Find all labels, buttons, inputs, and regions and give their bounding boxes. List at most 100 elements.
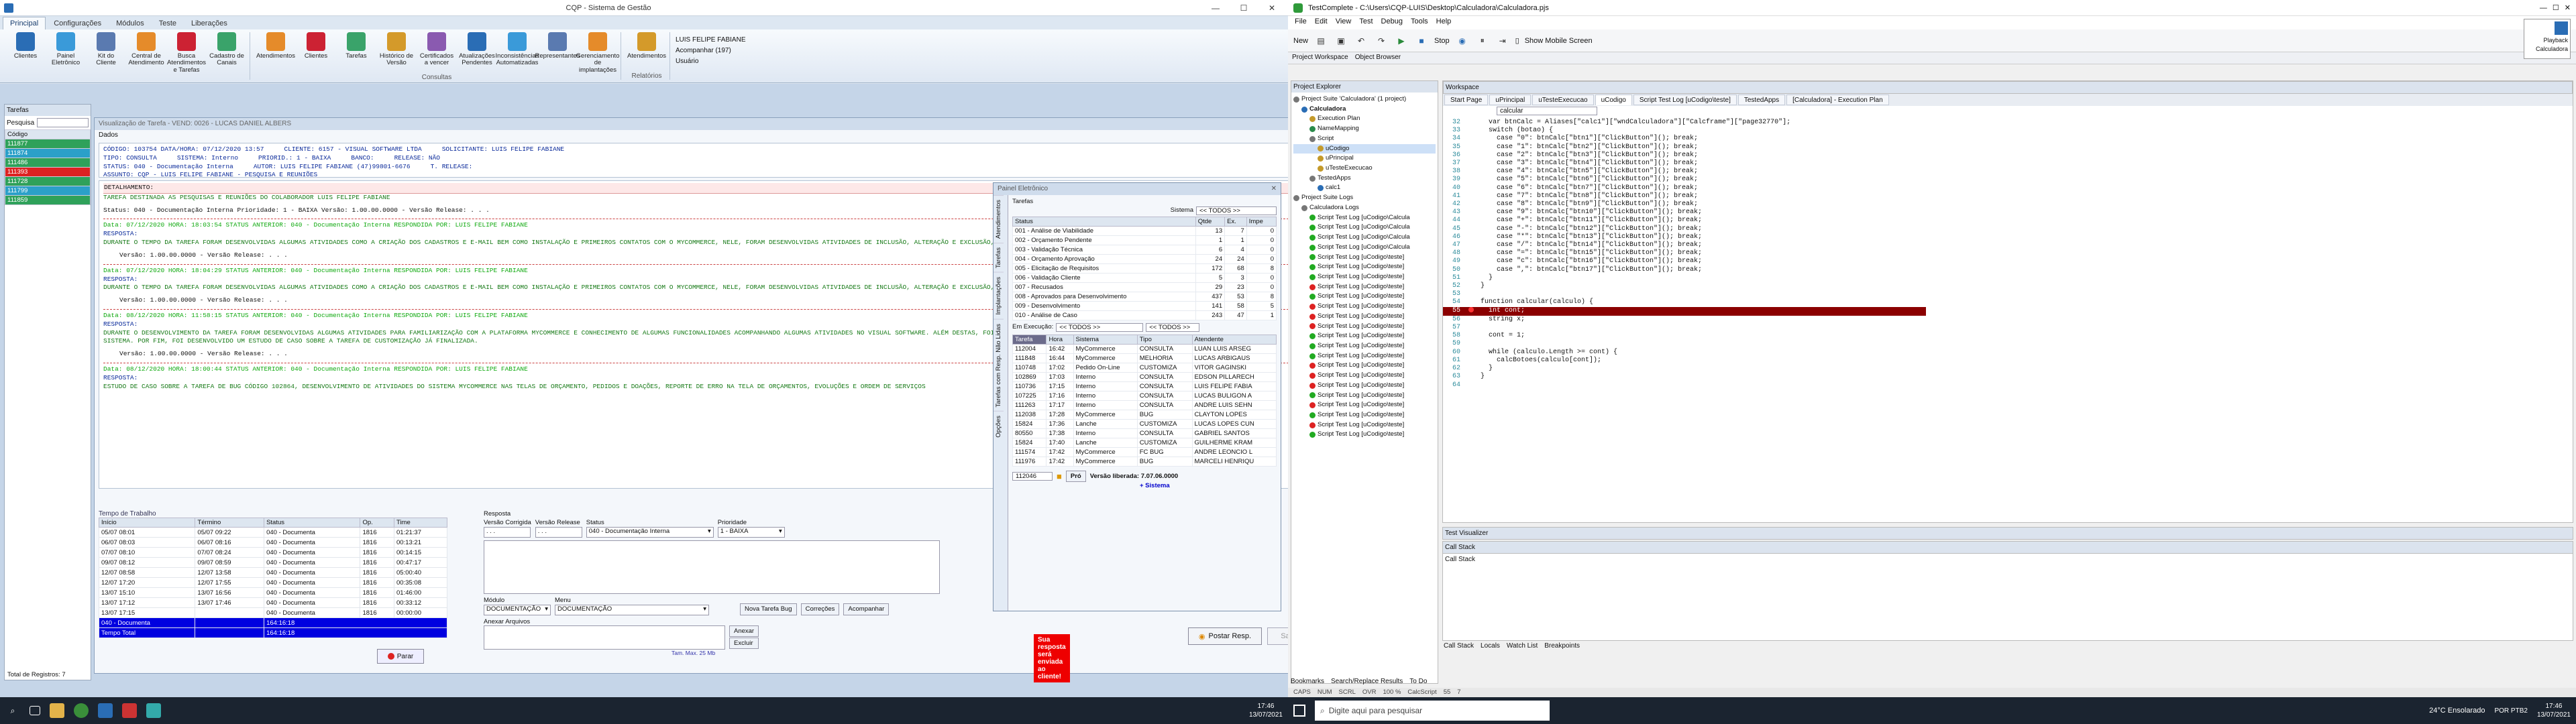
windows-start-icon[interactable] <box>1293 705 1305 717</box>
breakpoint-icon[interactable] <box>1468 306 1474 312</box>
execucao-col-header[interactable]: Hora <box>1046 335 1074 345</box>
undo-icon[interactable]: ↶ <box>1354 34 1368 48</box>
ribbon-button[interactable]: Histórico de Versão <box>378 32 415 74</box>
table-row[interactable]: 111486 <box>5 158 91 168</box>
mais-sistema-link[interactable]: + Sistema <box>1012 482 1277 489</box>
pro-button[interactable]: Pró <box>1065 471 1086 482</box>
gutter[interactable] <box>1463 257 1481 265</box>
execucao-row[interactable]: 15824 17:36 Lanche CUSTOMIZA LUCAS LOPES CUN <box>1012 419 1277 429</box>
tempo-col-header[interactable]: Início <box>98 518 196 528</box>
show-mobile-screen-label[interactable]: Show Mobile Screen <box>1525 37 1593 45</box>
debug-tab[interactable]: Call Stack <box>1444 642 1474 650</box>
tree-node[interactable]: Script Test Log [uCodigo\Calcula <box>1293 233 1436 243</box>
status-col-header[interactable]: Qtde <box>1195 217 1226 227</box>
execucao-row[interactable]: 110748 17:02 Pedido On-Line CUSTOMIZA VITOR … <box>1012 363 1277 373</box>
explorer-tab[interactable]: Object Browser <box>1355 54 1401 62</box>
gutter[interactable] <box>1463 152 1481 160</box>
execucao-row[interactable]: 107225 17:16 Interno CONSULTA LUCAS BULIGON … <box>1012 391 1277 401</box>
gutter[interactable] <box>1463 225 1481 233</box>
tree-node[interactable]: Calculadora <box>1293 105 1436 115</box>
table-row[interactable]: 111859 <box>5 195 91 205</box>
tree-node[interactable]: Script Test Log [uCodigo\teste] <box>1293 420 1436 430</box>
close-button[interactable]: ✕ <box>2565 3 2571 12</box>
table-row[interactable]: 111874 <box>5 148 91 158</box>
tree-node[interactable]: Script Test Log [uCodigo\teste] <box>1293 302 1436 312</box>
status-row[interactable]: 003 - Validação Técnica 6 4 0 <box>1012 245 1277 255</box>
maximize-button[interactable]: ☐ <box>1232 3 1256 13</box>
workspace-tab[interactable]: [Calculadora] - Execution Plan <box>1786 95 1889 105</box>
ribbon-button[interactable]: Clientes <box>297 32 335 74</box>
tree-node[interactable]: NameMapping <box>1293 124 1436 134</box>
tree-node[interactable]: Script Test Log [uCodigo\Calcula <box>1293 243 1436 253</box>
gutter[interactable] <box>1463 316 1481 324</box>
tree-node[interactable]: uCodigo <box>1293 143 1436 154</box>
gutter[interactable] <box>1463 143 1481 152</box>
ribbon-button[interactable]: Clientes <box>7 32 44 80</box>
search-input[interactable] <box>37 118 89 127</box>
gutter[interactable] <box>1463 282 1481 290</box>
ribbon-button[interactable]: Central de Atendimento <box>127 32 165 80</box>
weather-label[interactable]: 24°C Ensolarado <box>2429 707 2485 715</box>
sair-button[interactable]: Sair <box>1267 627 1288 645</box>
test-visualizer-header[interactable]: Test Visualizer <box>1442 527 2573 540</box>
menu-item[interactable]: Help <box>1436 17 1452 28</box>
status-row[interactable]: 009 - Desenvolvimento 141 58 5 <box>1012 301 1277 311</box>
menu-item[interactable]: View <box>1336 17 1352 28</box>
tree-node[interactable]: Script Test Log [uCodigo\teste] <box>1293 253 1436 263</box>
bottom-tab[interactable]: Search/Replace Results <box>1331 678 1403 685</box>
workspace-tab[interactable]: uPrincipal <box>1489 95 1532 105</box>
gutter[interactable] <box>1463 373 1481 381</box>
ribbon-tab[interactable]: Liberações <box>184 17 234 29</box>
minimize-button[interactable]: — <box>1203 3 1228 13</box>
workspace-tab[interactable]: uTesteExecucao <box>1532 95 1594 105</box>
modulo-select[interactable]: DOCUMENTAÇÃO ▾ <box>484 605 551 615</box>
menu-item[interactable]: Debug <box>1381 17 1403 28</box>
tree-node[interactable]: Script Test Log [uCodigo\teste] <box>1293 282 1436 292</box>
status-row[interactable]: 002 - Orçamento Pendente 1 1 0 <box>1012 235 1277 245</box>
gutter[interactable] <box>1463 217 1481 225</box>
gutter[interactable] <box>1463 192 1481 200</box>
tempo-row[interactable]: 12/07 17:20 12/07 17:55 040 - Documenta 181… <box>98 577 447 588</box>
tempo-selected-row[interactable]: 040 - Documenta 164:16:18 <box>98 617 447 628</box>
execucao-row[interactable]: 111976 17:42 MyCommerce BUG MARCELI HENRIQU <box>1012 457 1277 467</box>
menu-item[interactable]: File <box>1295 17 1307 28</box>
nova-tarefa-bug-button[interactable]: Nova Tarefa Bug <box>740 603 797 615</box>
workspace-tab[interactable]: uCodigo <box>1595 95 1632 105</box>
menu-select[interactable]: DOCUMENTAÇÃO ▾ <box>555 605 709 615</box>
ribbon-tab[interactable]: Principal <box>3 17 46 29</box>
app-icon-3[interactable] <box>146 703 161 718</box>
excluir-button[interactable]: Excluir <box>729 638 759 649</box>
gutter[interactable] <box>1463 200 1481 208</box>
status-col-header[interactable]: Status <box>1012 217 1196 227</box>
tree-node[interactable]: Script Test Log [uCodigo\teste] <box>1293 410 1436 420</box>
close-button[interactable]: ✕ <box>1260 3 1284 13</box>
painel-vtab[interactable]: Implantações <box>994 272 1004 319</box>
tempo-row[interactable]: 09/07 08:12 09/07 08:59 040 - Documenta 181… <box>98 557 447 568</box>
ribbon-button[interactable]: Inconsistências Automatizadas <box>496 32 539 74</box>
gutter[interactable] <box>1463 266 1481 274</box>
menu-item[interactable]: Test <box>1359 17 1373 28</box>
ribbon-user[interactable]: LUIS FELIPE FABIANE <box>676 35 745 46</box>
execucao-col-header[interactable]: Tipo <box>1136 335 1193 345</box>
close-icon[interactable]: ✕ <box>1271 185 1277 193</box>
tree-node[interactable]: Calculadora Logs <box>1293 203 1436 213</box>
gutter[interactable] <box>1463 249 1481 257</box>
gutter[interactable] <box>1463 241 1481 249</box>
bottom-tab[interactable]: To Do <box>1409 678 1427 685</box>
code-editor[interactable]: 32 var btnCalc = Aliases["calc1"]["wndCa… <box>1443 119 1926 537</box>
gutter[interactable] <box>1463 290 1481 298</box>
gutter[interactable] <box>1463 119 1481 127</box>
gutter[interactable] <box>1463 184 1481 192</box>
tree-node[interactable]: Script Test Log [uCodigo\teste] <box>1293 322 1436 332</box>
execucao-select-1[interactable]: << TODOS >> <box>1056 323 1144 332</box>
ribbon-button[interactable]: Atendimentos <box>256 32 295 74</box>
tree-node[interactable]: TestedApps <box>1293 174 1436 184</box>
taskbar-clock[interactable]: 17:46 13/07/2021 <box>2537 702 2571 719</box>
tree-node[interactable]: Script Test Log [uCodigo\teste] <box>1293 312 1436 322</box>
tree-node[interactable]: Script Test Log [uCodigo\teste] <box>1293 292 1436 302</box>
resposta-textarea[interactable] <box>484 540 940 594</box>
execucao-row[interactable]: 15824 17:40 Lanche CUSTOMIZA GUILHERME KRAM <box>1012 438 1277 448</box>
ribbon-button[interactable]: Cadastro de Canais <box>208 32 246 80</box>
status-select[interactable]: 040 - Documentação Interna ▾ <box>586 527 714 538</box>
debug-tab[interactable]: Breakpoints <box>1544 642 1580 650</box>
